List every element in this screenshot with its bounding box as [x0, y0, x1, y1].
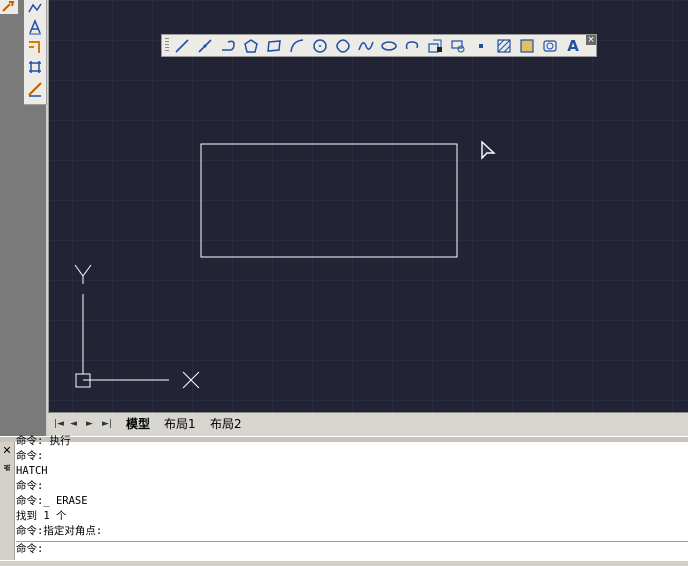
dim-angular-icon[interactable] — [26, 18, 44, 36]
drawing-canvas[interactable] — [48, 0, 688, 412]
toolbar-grip[interactable] — [165, 38, 169, 53]
dim-continue-icon[interactable] — [26, 58, 44, 76]
tab-model[interactable]: 模型 — [122, 415, 154, 433]
history-line: 命令: — [16, 450, 44, 462]
command-history: 命令: 执行 命令: HATCH 命令: 命令:_ ERASE 找到 1 个 命… — [16, 434, 688, 539]
cursor-arrow-icon — [481, 140, 496, 160]
history-line: 找到 1 个 — [16, 510, 67, 522]
ellipse-arc-icon[interactable] — [402, 36, 422, 56]
dim-baseline-icon[interactable] — [26, 38, 44, 56]
history-line: 命令: 执行 — [16, 435, 71, 447]
command-input[interactable]: 命令: — [16, 541, 688, 560]
rectangle-icon[interactable] — [264, 36, 284, 56]
arc-icon[interactable] — [287, 36, 307, 56]
dim-ordinate-icon[interactable] — [26, 0, 44, 18]
wrench-icon[interactable] — [0, 0, 18, 14]
point-icon[interactable] — [471, 36, 491, 56]
command-window: ✕ ቑ 命令: 执行 命令: HATCH 命令: 命令:_ ERASE 找到 1… — [0, 435, 688, 560]
draw-toolbar: A × — [161, 34, 597, 57]
pin-icon[interactable]: ቑ — [0, 463, 14, 474]
drawing-area — [49, 0, 688, 412]
text-icon[interactable]: A — [563, 36, 583, 56]
insert-block-icon[interactable] — [425, 36, 445, 56]
close-icon[interactable]: × — [586, 35, 596, 45]
revcloud-icon[interactable] — [333, 36, 353, 56]
hatch-icon[interactable] — [494, 36, 514, 56]
history-line: 命令:_ ERASE — [16, 495, 88, 507]
next-tab-icon[interactable]: ► — [86, 419, 93, 429]
line-icon[interactable] — [172, 36, 192, 56]
circle-icon[interactable] — [310, 36, 330, 56]
make-block-icon[interactable] — [448, 36, 468, 56]
history-line: HATCH — [16, 465, 48, 477]
prev-tab-icon[interactable]: ◄ — [70, 419, 77, 429]
gradient-icon[interactable] — [517, 36, 537, 56]
tab-layout2[interactable]: 布局2 — [206, 415, 246, 433]
command-window-handle[interactable]: ✕ ቑ — [0, 442, 15, 560]
first-tab-icon[interactable]: |◄ — [54, 419, 64, 429]
dim-style-icon[interactable] — [26, 80, 44, 98]
construction-line-icon[interactable] — [195, 36, 215, 56]
last-tab-icon[interactable]: ►| — [102, 419, 112, 429]
history-line: 命令: — [16, 480, 44, 492]
dimension-toolbar — [24, 0, 47, 105]
status-bar — [0, 560, 688, 566]
spline-icon[interactable] — [356, 36, 376, 56]
history-line: 命令:指定对角点: — [16, 525, 103, 537]
region-icon[interactable] — [540, 36, 560, 56]
tab-layout1[interactable]: 布局1 — [160, 415, 200, 433]
polyline-icon[interactable] — [218, 36, 238, 56]
ellipse-icon[interactable] — [379, 36, 399, 56]
polygon-icon[interactable] — [241, 36, 261, 56]
close-icon[interactable]: ✕ — [0, 444, 14, 457]
